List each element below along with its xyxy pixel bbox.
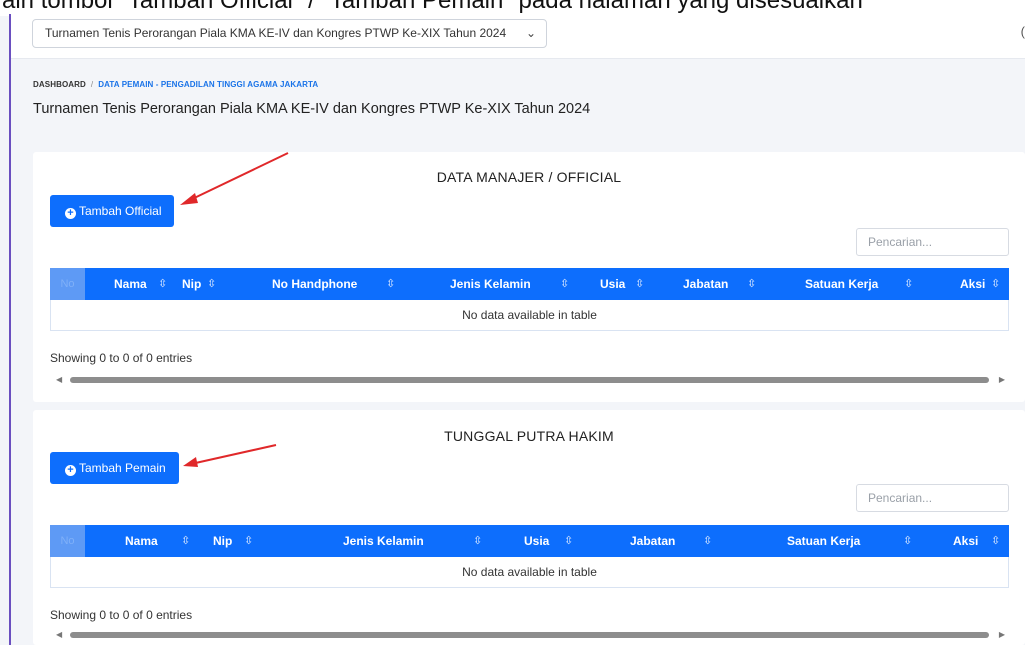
annotation-arrows <box>180 152 289 467</box>
annotation-arrow-pemain <box>183 444 277 467</box>
annotation-arrow-official <box>180 152 289 205</box>
